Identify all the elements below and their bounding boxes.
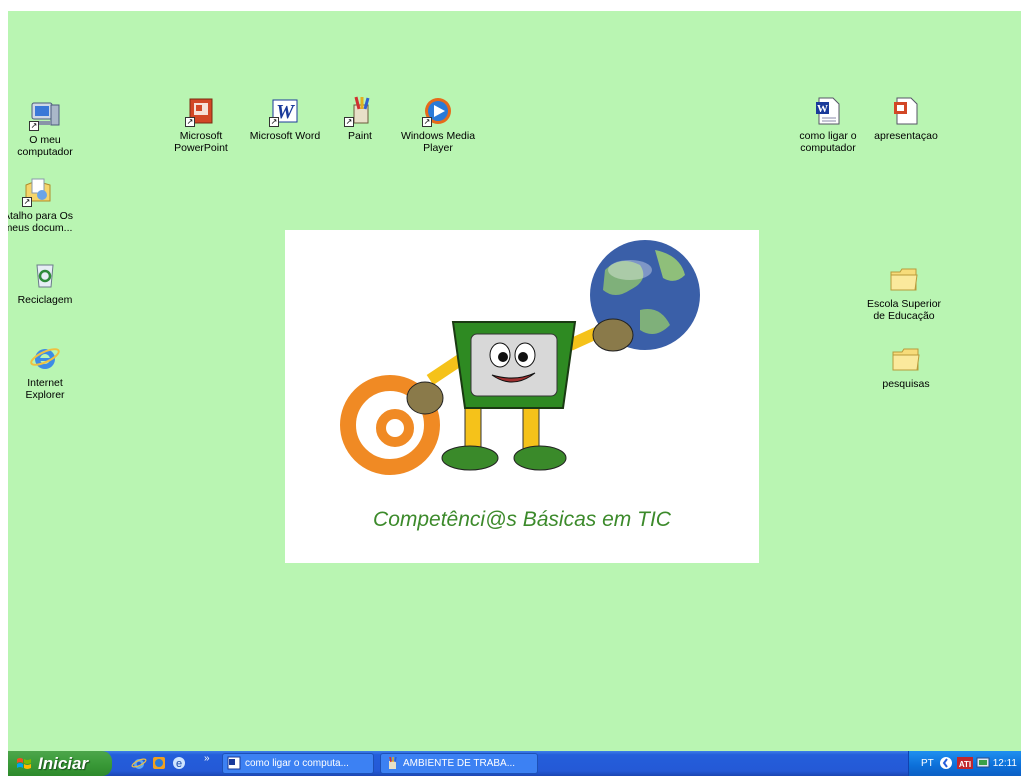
- desktop-icon-label: Microsoft PowerPoint: [174, 130, 228, 154]
- browser-icon[interactable]: e: [171, 755, 187, 771]
- desktop[interactable]: ↗ O meu computador ↗ Atalho para Os meus…: [8, 11, 1021, 751]
- desktop-icon-label: Windows Media Player: [400, 130, 476, 154]
- internet-explorer-icon: [29, 342, 61, 374]
- desktop-icon-media-player[interactable]: ↗ Windows Media Player: [399, 95, 477, 154]
- svg-text:e: e: [176, 758, 182, 770]
- show-hidden-icons-icon[interactable]: [939, 756, 953, 770]
- desktop-icon-label: apresentaçao: [874, 130, 938, 142]
- taskbar-button-word-document[interactable]: como ligar o computa...: [222, 753, 374, 774]
- desktop-icon-my-documents[interactable]: ↗ Atalho para Os meus docum...: [8, 175, 76, 234]
- desktop-icon-word[interactable]: W ↗ Microsoft Word: [245, 95, 325, 142]
- system-tray: PT ATI 12:11: [908, 751, 1021, 776]
- desktop-icon-label: Internet Explorer: [25, 377, 65, 401]
- desktop-icon-label: Escola Superior de Educação: [866, 298, 942, 322]
- recycle-bin-icon: [29, 259, 61, 291]
- desktop-icon-label: Microsoft Word: [249, 130, 321, 142]
- desktop-icon-label: Reciclagem: [17, 294, 73, 306]
- taskbar-button-paint[interactable]: AMBIENTE DE TRABA...: [380, 753, 538, 774]
- desktop-icon-pesquisas[interactable]: pesquisas: [866, 343, 946, 390]
- desktop-icon-paint[interactable]: ↗ Paint: [323, 95, 397, 142]
- desktop-icon-escola-superior[interactable]: Escola Superior de Educação: [861, 263, 947, 322]
- powerpoint-icon: ↗: [185, 95, 217, 127]
- screen: ↗ O meu computador ↗ Atalho para Os meus…: [0, 0, 1021, 776]
- my-computer-icon: ↗: [29, 99, 61, 131]
- language-indicator[interactable]: PT: [921, 758, 934, 769]
- svg-text:ATI: ATI: [959, 760, 971, 769]
- start-label: Iniciar: [38, 754, 89, 773]
- media-player-icon[interactable]: [151, 755, 167, 771]
- taskbar-button-label: AMBIENTE DE TRABA...: [403, 758, 516, 769]
- start-button[interactable]: Iniciar: [8, 751, 112, 776]
- paint-icon: [389, 756, 397, 769]
- desktop-icon-recycle-bin[interactable]: Reciclagem: [8, 259, 82, 306]
- clock[interactable]: 12:11: [993, 758, 1017, 769]
- powerpoint-document-icon: [890, 95, 922, 127]
- desktop-icon-powerpoint[interactable]: ↗ Microsoft PowerPoint: [164, 95, 238, 154]
- internet-explorer-icon[interactable]: [131, 755, 147, 771]
- wallpaper-image: Competênci@s Básicas em TIC: [285, 230, 759, 563]
- folder-icon: [888, 263, 920, 295]
- desktop-icon-label: Atalho para Os meus docum...: [8, 210, 74, 234]
- taskbar: Iniciar e » como ligar o computa... AMBI…: [8, 751, 1021, 776]
- svg-text:W: W: [817, 103, 828, 115]
- windows-logo-icon: [17, 758, 31, 769]
- desktop-icon-apresentacao[interactable]: apresentaçao: [866, 95, 946, 142]
- ati-icon[interactable]: ATI: [957, 756, 973, 770]
- folder-icon: [890, 343, 922, 375]
- taskbar-button-label: como ligar o computa...: [245, 758, 349, 769]
- paint-icon: ↗: [344, 95, 376, 127]
- desktop-icon-label: como ligar o computador: [799, 130, 857, 154]
- media-player-icon: ↗: [422, 95, 454, 127]
- desktop-icon-label: O meu computador: [17, 134, 73, 158]
- desktop-icon-label: pesquisas: [882, 378, 930, 390]
- word-document-icon: [227, 756, 241, 770]
- word-icon: W ↗: [269, 95, 301, 127]
- desktop-icon-my-computer[interactable]: ↗ O meu computador: [8, 99, 82, 158]
- quick-launch-overflow[interactable]: »: [204, 753, 210, 764]
- wallpaper-caption: Competênci@s Básicas em TIC: [373, 508, 671, 531]
- desktop-icon-label: Paint: [348, 130, 372, 142]
- my-documents-shortcut-icon: ↗: [22, 175, 54, 207]
- desktop-icon-como-ligar[interactable]: W como ligar o computador: [791, 95, 865, 154]
- mascot-illustration: [340, 240, 700, 475]
- desktop-icon-internet-explorer[interactable]: Internet Explorer: [8, 342, 82, 401]
- monitor-tray-icon[interactable]: [976, 756, 990, 770]
- word-document-icon: W: [812, 95, 844, 127]
